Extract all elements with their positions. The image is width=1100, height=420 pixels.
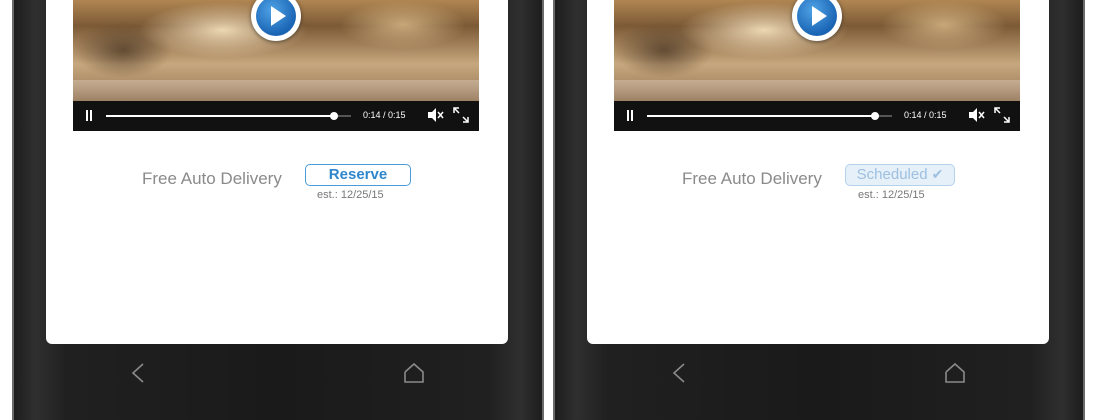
check-icon: ✔ [931, 166, 944, 182]
phone-frame-right: 0:14 / 0:15 Free Auto Delivery Scheduled… [553, 0, 1085, 420]
back-chevron-icon[interactable] [667, 361, 691, 385]
home-icon[interactable] [402, 361, 426, 385]
pause-icon[interactable] [626, 110, 634, 121]
fullscreen-icon[interactable] [453, 107, 469, 123]
delivery-row: Free Auto Delivery Reserve est.: 12/25/1… [46, 164, 508, 204]
fullscreen-icon[interactable] [994, 107, 1010, 123]
android-nav-bar [14, 344, 542, 420]
speaker-muted-icon[interactable] [428, 108, 444, 122]
phone-frame-left: 0:14 / 0:15 Free Auto Delivery Reserve e… [12, 0, 544, 420]
progress-knob[interactable] [329, 112, 338, 120]
time-label: 0:14 / 0:15 [363, 110, 406, 120]
estimate-date: est.: 12/25/15 [858, 189, 925, 201]
reserve-button[interactable]: Reserve [305, 164, 411, 186]
progress-slider[interactable] [647, 112, 892, 120]
home-icon[interactable] [943, 361, 967, 385]
video-player[interactable]: 0:14 / 0:15 [614, 0, 1020, 131]
delivery-label: Free Auto Delivery [682, 169, 822, 188]
back-chevron-icon[interactable] [126, 361, 150, 385]
speaker-muted-icon[interactable] [969, 108, 985, 122]
time-label: 0:14 / 0:15 [904, 110, 947, 120]
estimate-date: est.: 12/25/15 [317, 189, 384, 201]
video-player[interactable]: 0:14 / 0:15 [73, 0, 479, 131]
android-nav-bar [555, 344, 1083, 420]
progress-fill [647, 115, 875, 117]
progress-knob[interactable] [870, 112, 879, 120]
pause-icon[interactable] [85, 110, 93, 121]
video-controls: 0:14 / 0:15 [73, 101, 479, 131]
scheduled-label: Scheduled [856, 166, 928, 183]
scheduled-button[interactable]: Scheduled ✔ [845, 164, 955, 186]
video-controls: 0:14 / 0:15 [614, 101, 1020, 131]
progress-slider[interactable] [106, 112, 351, 120]
screen-left: 0:14 / 0:15 Free Auto Delivery Reserve e… [46, 0, 508, 344]
screen-right: 0:14 / 0:15 Free Auto Delivery Scheduled… [587, 0, 1049, 344]
delivery-label: Free Auto Delivery [142, 169, 282, 188]
delivery-row: Free Auto Delivery Scheduled ✔ est.: 12/2… [587, 164, 1049, 204]
progress-fill [106, 115, 334, 117]
